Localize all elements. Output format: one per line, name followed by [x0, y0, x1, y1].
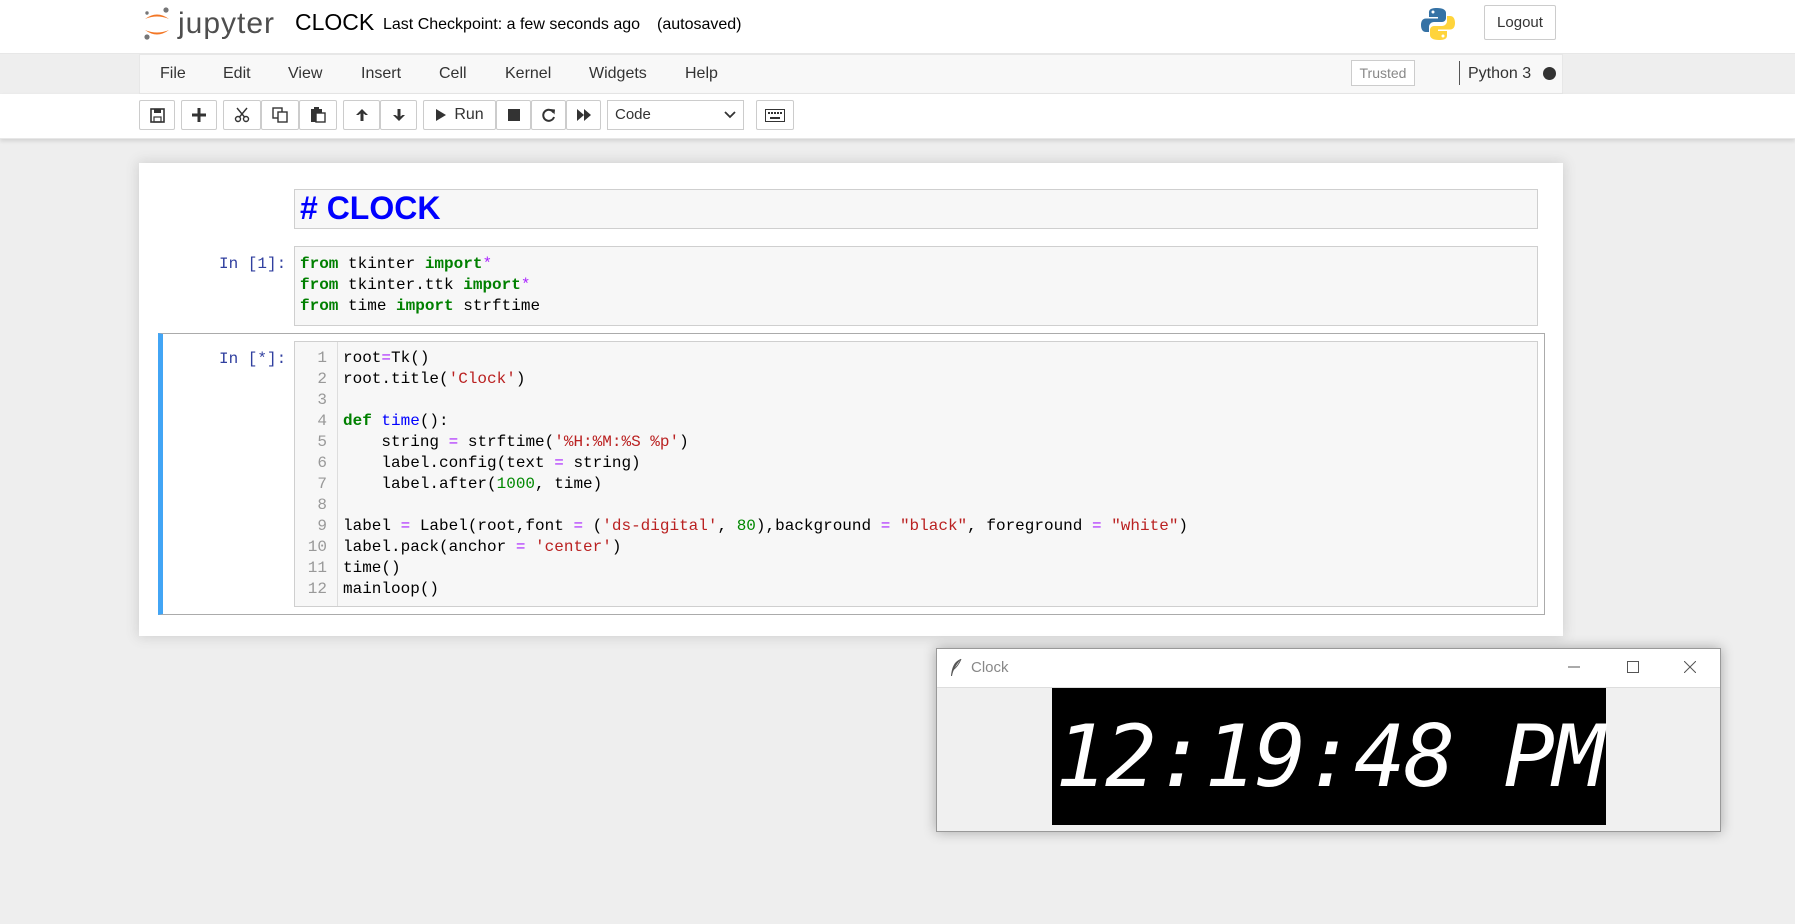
restart-button[interactable]: [531, 100, 566, 130]
notebook-container: # CLOCK In [1]: from tkinter import* fro…: [139, 163, 1563, 636]
move-down-button[interactable]: [380, 100, 417, 130]
line-number: 4: [317, 412, 327, 430]
line-number: 6: [317, 454, 327, 472]
cell-type-value: Code: [615, 106, 651, 123]
toolbar: Run Code: [0, 94, 1795, 139]
header: jupyter CLOCK Last Checkpoint: a few sec…: [0, 0, 1795, 54]
cell1-prompt: In [1]:: [219, 255, 287, 273]
code-line: label = Label(root,font = ('ds-digital',…: [343, 517, 1189, 535]
jupyter-logo-icon: [144, 7, 169, 40]
code-line: from time import strftime: [300, 297, 541, 315]
move-up-button[interactable]: [343, 100, 380, 130]
code-line: root=Tk(): [343, 349, 430, 367]
keyboard-icon: [765, 108, 785, 122]
fast-forward-icon: [576, 109, 591, 121]
feather-icon: [949, 658, 963, 683]
stop-icon: [507, 109, 520, 121]
interrupt-button[interactable]: [496, 100, 531, 130]
run-label: Run: [454, 106, 484, 123]
close-button[interactable]: [1679, 656, 1701, 678]
code-cell-1[interactable]: from tkinter import* from tkinter.ttk im…: [294, 246, 1538, 326]
clock-display: 12:19:48 PM: [1052, 688, 1606, 825]
restart-icon: [542, 108, 555, 122]
command-palette-button[interactable]: [756, 100, 794, 130]
markdown-heading: # CLOCK: [300, 190, 441, 226]
code-line: mainloop(): [343, 580, 440, 598]
restart-run-all-button[interactable]: [566, 100, 601, 130]
line-number: 9: [317, 517, 327, 535]
window-title: Clock: [971, 659, 1009, 676]
maximize-icon: [1627, 661, 1639, 673]
checkpoint-status: Last Checkpoint: a few seconds ago: [383, 16, 641, 33]
kernel-busy-indicator-icon: [1543, 67, 1556, 80]
save-button[interactable]: [139, 100, 175, 130]
autosave-status: (autosaved): [657, 16, 742, 33]
python-logo-icon: [1419, 5, 1457, 48]
line-number: 11: [307, 559, 327, 577]
logout-button[interactable]: Logout: [1484, 5, 1556, 40]
line-number: 1: [317, 349, 327, 367]
run-icon: [436, 109, 447, 121]
paste-icon: [311, 107, 326, 123]
kernel-name[interactable]: Python 3: [1468, 65, 1531, 83]
line-number: 8: [317, 496, 327, 514]
code-line: root.title('Clock'): [343, 370, 526, 388]
menubar: File Edit View Insert Cell Kernel Widget…: [139, 54, 1563, 94]
close-icon: [1684, 661, 1696, 673]
line-number: 5: [317, 433, 327, 451]
copy-button[interactable]: [261, 100, 299, 130]
code-line: time(): [343, 559, 401, 577]
run-button[interactable]: Run: [423, 100, 496, 130]
trusted-indicator[interactable]: Trusted: [1351, 60, 1415, 86]
add-cell-button[interactable]: [181, 100, 217, 130]
code-line: label.config(text = string): [343, 454, 641, 472]
cell2-prompt: In [*]:: [219, 350, 287, 368]
tk-clock-window[interactable]: Clock 12:19:48 PM: [936, 648, 1721, 832]
menu-help[interactable]: Help: [685, 65, 718, 83]
line-number: 3: [317, 391, 327, 409]
save-icon: [149, 107, 165, 123]
line-number: 12: [307, 580, 327, 598]
kernel-separator: [1459, 61, 1460, 85]
markdown-cell[interactable]: # CLOCK: [294, 189, 1538, 229]
code-line: def time():: [343, 412, 449, 430]
menu-view[interactable]: View: [288, 65, 322, 83]
minimize-button[interactable]: [1563, 656, 1585, 678]
cut-button[interactable]: [223, 100, 261, 130]
paste-button[interactable]: [299, 100, 337, 130]
add-cell-icon: [192, 108, 206, 122]
window-titlebar[interactable]: Clock: [937, 649, 1720, 688]
minimize-icon: [1568, 666, 1580, 668]
code-cell-2[interactable]: 1 2 3 4 5 6 7 8 9 10 11 12 root=Tk() roo…: [294, 341, 1538, 607]
line-number: 2: [317, 370, 327, 388]
cell-type-select[interactable]: Code: [607, 100, 744, 130]
code-line: label.after(1000, time): [343, 475, 603, 493]
code-line: from tkinter import*: [300, 255, 493, 273]
jupyter-logo[interactable]: jupyter: [142, 4, 275, 44]
menu-file[interactable]: File: [160, 65, 186, 83]
line-number-gutter: 1 2 3 4 5 6 7 8 9 10 11 12: [295, 342, 338, 606]
menu-edit[interactable]: Edit: [223, 65, 251, 83]
code-line: string = strftime('%H:%M:%S %p'): [343, 433, 689, 451]
menu-insert[interactable]: Insert: [361, 65, 401, 83]
cut-icon: [234, 107, 250, 123]
logo-text: jupyter: [178, 7, 276, 40]
menu-kernel[interactable]: Kernel: [505, 65, 551, 83]
chevron-down-icon: [723, 103, 737, 137]
line-number: 10: [307, 538, 327, 556]
code-line: from tkinter.ttk import*: [300, 276, 531, 294]
code-line: label.pack(anchor = 'center'): [343, 538, 622, 556]
copy-icon: [272, 107, 288, 123]
line-number: 7: [317, 475, 327, 493]
move-up-icon: [355, 109, 368, 121]
menu-widgets[interactable]: Widgets: [589, 65, 647, 83]
menu-cell[interactable]: Cell: [439, 65, 467, 83]
move-down-icon: [392, 109, 405, 121]
notebook-title[interactable]: CLOCK: [295, 9, 374, 36]
maximize-button[interactable]: [1622, 656, 1644, 678]
